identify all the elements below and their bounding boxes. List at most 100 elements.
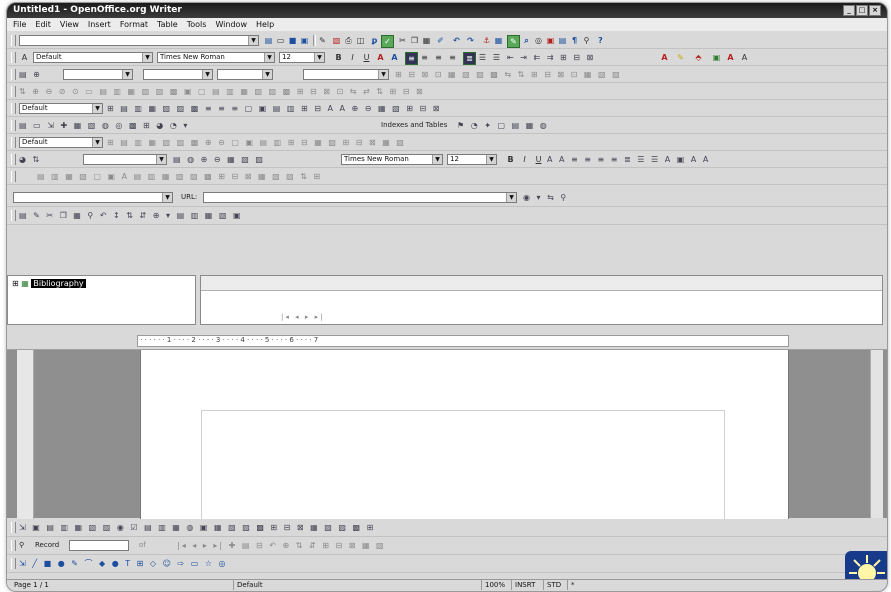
chevron-down-icon[interactable]: ▼: [506, 193, 516, 202]
align-center-icon[interactable]: ≡: [419, 52, 430, 63]
chevron-down-icon[interactable]: ▼: [162, 193, 172, 202]
formatting-marks-icon[interactable]: ¶: [569, 35, 580, 46]
align-right-icon[interactable]: ≡: [433, 52, 444, 63]
find-record-icon[interactable]: ⚲: [19, 541, 24, 550]
bullets-icon[interactable]: ☰: [491, 52, 502, 63]
toolbar-grip[interactable]: [11, 210, 16, 221]
chevron-down-icon[interactable]: ▼: [432, 155, 442, 164]
selection-mode-indicator[interactable]: STD: [543, 580, 567, 590]
copy-icon[interactable]: ❐: [409, 35, 420, 46]
shadow-icon[interactable]: A: [375, 52, 386, 63]
menu-tools[interactable]: Tools: [187, 20, 207, 29]
styles-icon[interactable]: A: [19, 52, 30, 63]
insert-icons-strip[interactable]: ▤ ▭ ⇲ ✚ ▦ ▧ ◍ ◎ ▩ ⊞ ◕ ◔ ▾: [19, 120, 369, 131]
toolbar-grip[interactable]: [11, 86, 16, 97]
background-color-icon[interactable]: ⬘: [693, 52, 704, 63]
datasources-icon[interactable]: ▤: [557, 35, 568, 46]
edit-file-icon[interactable]: ✎: [317, 35, 328, 46]
font-size-select-2[interactable]: 12 ▼: [447, 154, 497, 165]
gallery-icon[interactable]: ▣: [545, 35, 556, 46]
align-left-icon[interactable]: ≡: [405, 52, 418, 65]
toolbar-grip[interactable]: [11, 137, 16, 148]
indexes-tables-button[interactable]: Indexes and Tables: [381, 121, 447, 130]
minimize-button[interactable]: _: [843, 5, 855, 16]
page-style-indicator[interactable]: Default: [233, 580, 453, 590]
menu-file[interactable]: File: [13, 20, 26, 29]
italic-icon[interactable]: I: [347, 52, 358, 63]
font-name-select-2[interactable]: Times New Roman ▼: [341, 154, 443, 165]
drawing-text-strip[interactable]: ⊞ ▤ ▥ ▦ ▧ ▨ ▩ ⊕ ⊖ ▢ ▣ ▤ ▥ ⊞ ⊟ ▦ ▧ ⊞ ⊟ ⊠ …: [107, 137, 727, 148]
form-controls-strip[interactable]: ⇲ ▣ ▤ ▥ ▦ ▧ ▨ ◉ ☑ ▤ ▥ ▦ ◍ ▣ ▦ ▧ ▨ ▩ ⊞ ⊟ …: [19, 522, 779, 533]
alignment-icons-strip[interactable]: A A ≡ ≡ ≡ ≡ ≣ ☰ ☰ A ▣ A A: [547, 154, 787, 165]
menu-edit[interactable]: Edit: [35, 20, 51, 29]
link-text-field[interactable]: ▼: [13, 192, 173, 203]
table-width-select[interactable]: ▼: [63, 69, 133, 80]
database-icons-strip[interactable]: ▤ ✎ ✂ ❐ ▦ ⚲ ↶ ↕ ⇅ ⇵ ⊕ ▾ ▤ ▥ ▦ ▧ ▣: [19, 210, 489, 221]
text-object-strip[interactable]: ⊞ ▤ ▥ ▦ ▧ ▨ ▩ ≡ ≡ ≡ ▢ ▣ ▤ ▥ ⊞ ⊟ A A ⊕ ⊖ …: [107, 103, 843, 114]
numbering-icon[interactable]: ☰: [477, 52, 488, 63]
paragraph-style-select[interactable]: Default ▼: [33, 52, 153, 63]
clone-format-icon[interactable]: ✐: [435, 35, 446, 46]
table-height-select[interactable]: ▼: [143, 69, 213, 80]
autospell-icon[interactable]: ✓: [381, 35, 394, 48]
formatting-icons-strip[interactable]: ⇤ ⇥ ⇇ ⇉ ⊞ ⊟ ⊠: [507, 52, 657, 63]
text-boundary[interactable]: [201, 410, 725, 532]
toolbar-grip[interactable]: [11, 540, 16, 551]
record-number-field[interactable]: [69, 540, 129, 551]
preview-icon[interactable]: ◫: [355, 35, 366, 46]
export-icon[interactable]: ▣: [299, 35, 310, 46]
toolbar-grip[interactable]: [11, 171, 16, 182]
font-effects-icon[interactable]: A: [725, 52, 736, 63]
url-field[interactable]: ▼: [203, 192, 517, 203]
maximize-button[interactable]: □: [856, 5, 868, 16]
hyperlink-icons-strip[interactable]: ◉ ▾ ⇆ ⚲: [523, 192, 623, 203]
toolbar-grip[interactable]: [11, 522, 16, 533]
navigator-icon[interactable]: ◎: [533, 35, 544, 46]
toolbar-grip[interactable]: [11, 154, 16, 165]
chevron-down-icon[interactable]: ▼: [314, 53, 324, 62]
outline-icon[interactable]: A: [389, 52, 400, 63]
bold-icon[interactable]: B: [333, 52, 344, 63]
chevron-down-icon[interactable]: ▼: [486, 155, 496, 164]
chevron-down-icon[interactable]: ▼: [378, 70, 388, 79]
close-button[interactable]: ×: [869, 5, 881, 16]
chevron-down-icon[interactable]: ▼: [262, 70, 272, 79]
chevron-down-icon[interactable]: ▼: [248, 36, 258, 45]
styles-catalog-icon[interactable]: ▣: [711, 52, 722, 63]
justify-icon[interactable]: ≡: [447, 52, 458, 63]
chevron-down-icon[interactable]: ▼: [156, 155, 166, 164]
style-select-1[interactable]: Default ▼: [19, 103, 103, 114]
hyperlink-icon[interactable]: ⚓: [481, 35, 492, 46]
style-select-2[interactable]: Default ▼: [19, 137, 103, 148]
table-tools-strip[interactable]: ⊞ ⊟ ⊠ ⊡ ▦ ▧ ▨ ▩ ⇆ ⇅ ⊞ ⊟ ⊠ ⊡ ▦ ▧ ▨: [395, 69, 865, 80]
toolbar-grip[interactable]: [11, 103, 16, 114]
expand-icon[interactable]: ⊞: [12, 279, 19, 288]
paste-icon[interactable]: ▦: [421, 35, 432, 46]
toolbar-grip[interactable]: [11, 120, 16, 131]
frame-icons-strip[interactable]: ▤ ◍ ⊕ ⊖ ▦ ▧ ▨: [173, 154, 333, 165]
find-replace-icon[interactable]: ⌕: [521, 35, 532, 46]
table-border-select[interactable]: ▼: [217, 69, 273, 80]
menu-view[interactable]: View: [60, 20, 79, 29]
cut-icon[interactable]: ✂: [397, 35, 408, 46]
save-icon[interactable]: ■: [287, 35, 298, 46]
frame-tools-strip[interactable]: ▤ ▥ ▦ ▧ ▢ ▣ A ▤ ▥ ▦ ▧ ▨ ▩ ⊞ ⊟ ⊠ ▦ ▧ ▨ ⇅ …: [37, 171, 557, 182]
print-icon[interactable]: ⎙: [343, 35, 354, 46]
redo-icon[interactable]: ↷: [465, 35, 476, 46]
chevron-down-icon[interactable]: ▼: [142, 53, 152, 62]
italic-icon-2[interactable]: I: [519, 154, 530, 165]
table-icon[interactable]: ▦: [493, 35, 504, 46]
menu-table[interactable]: Table: [157, 20, 178, 29]
table-icons-strip[interactable]: ▤ ⊕: [19, 69, 59, 80]
area-style-select[interactable]: ▼: [83, 154, 167, 165]
horizontal-ruler[interactable]: · · · · · · 1 · · · · 2 · · · · 3 · · · …: [7, 328, 887, 350]
menu-help[interactable]: Help: [256, 20, 274, 29]
font-name-select[interactable]: Times New Roman ▼: [157, 52, 275, 63]
help-icon[interactable]: ?: [595, 35, 606, 46]
underline-icon-2[interactable]: U: [533, 154, 544, 165]
chevron-down-icon[interactable]: ▼: [202, 70, 212, 79]
drawing-icons-strip[interactable]: ⇲ ╱ ■ ● ✎ ⌒ ◆ ● T ⊞ ◇ ☺ ⇨ ▭ ☆ ◎: [19, 558, 539, 569]
zoom-indicator[interactable]: 100%: [481, 580, 511, 590]
toolbar-grip[interactable]: [11, 35, 16, 46]
font-size-select[interactable]: 12 ▼: [279, 52, 325, 63]
